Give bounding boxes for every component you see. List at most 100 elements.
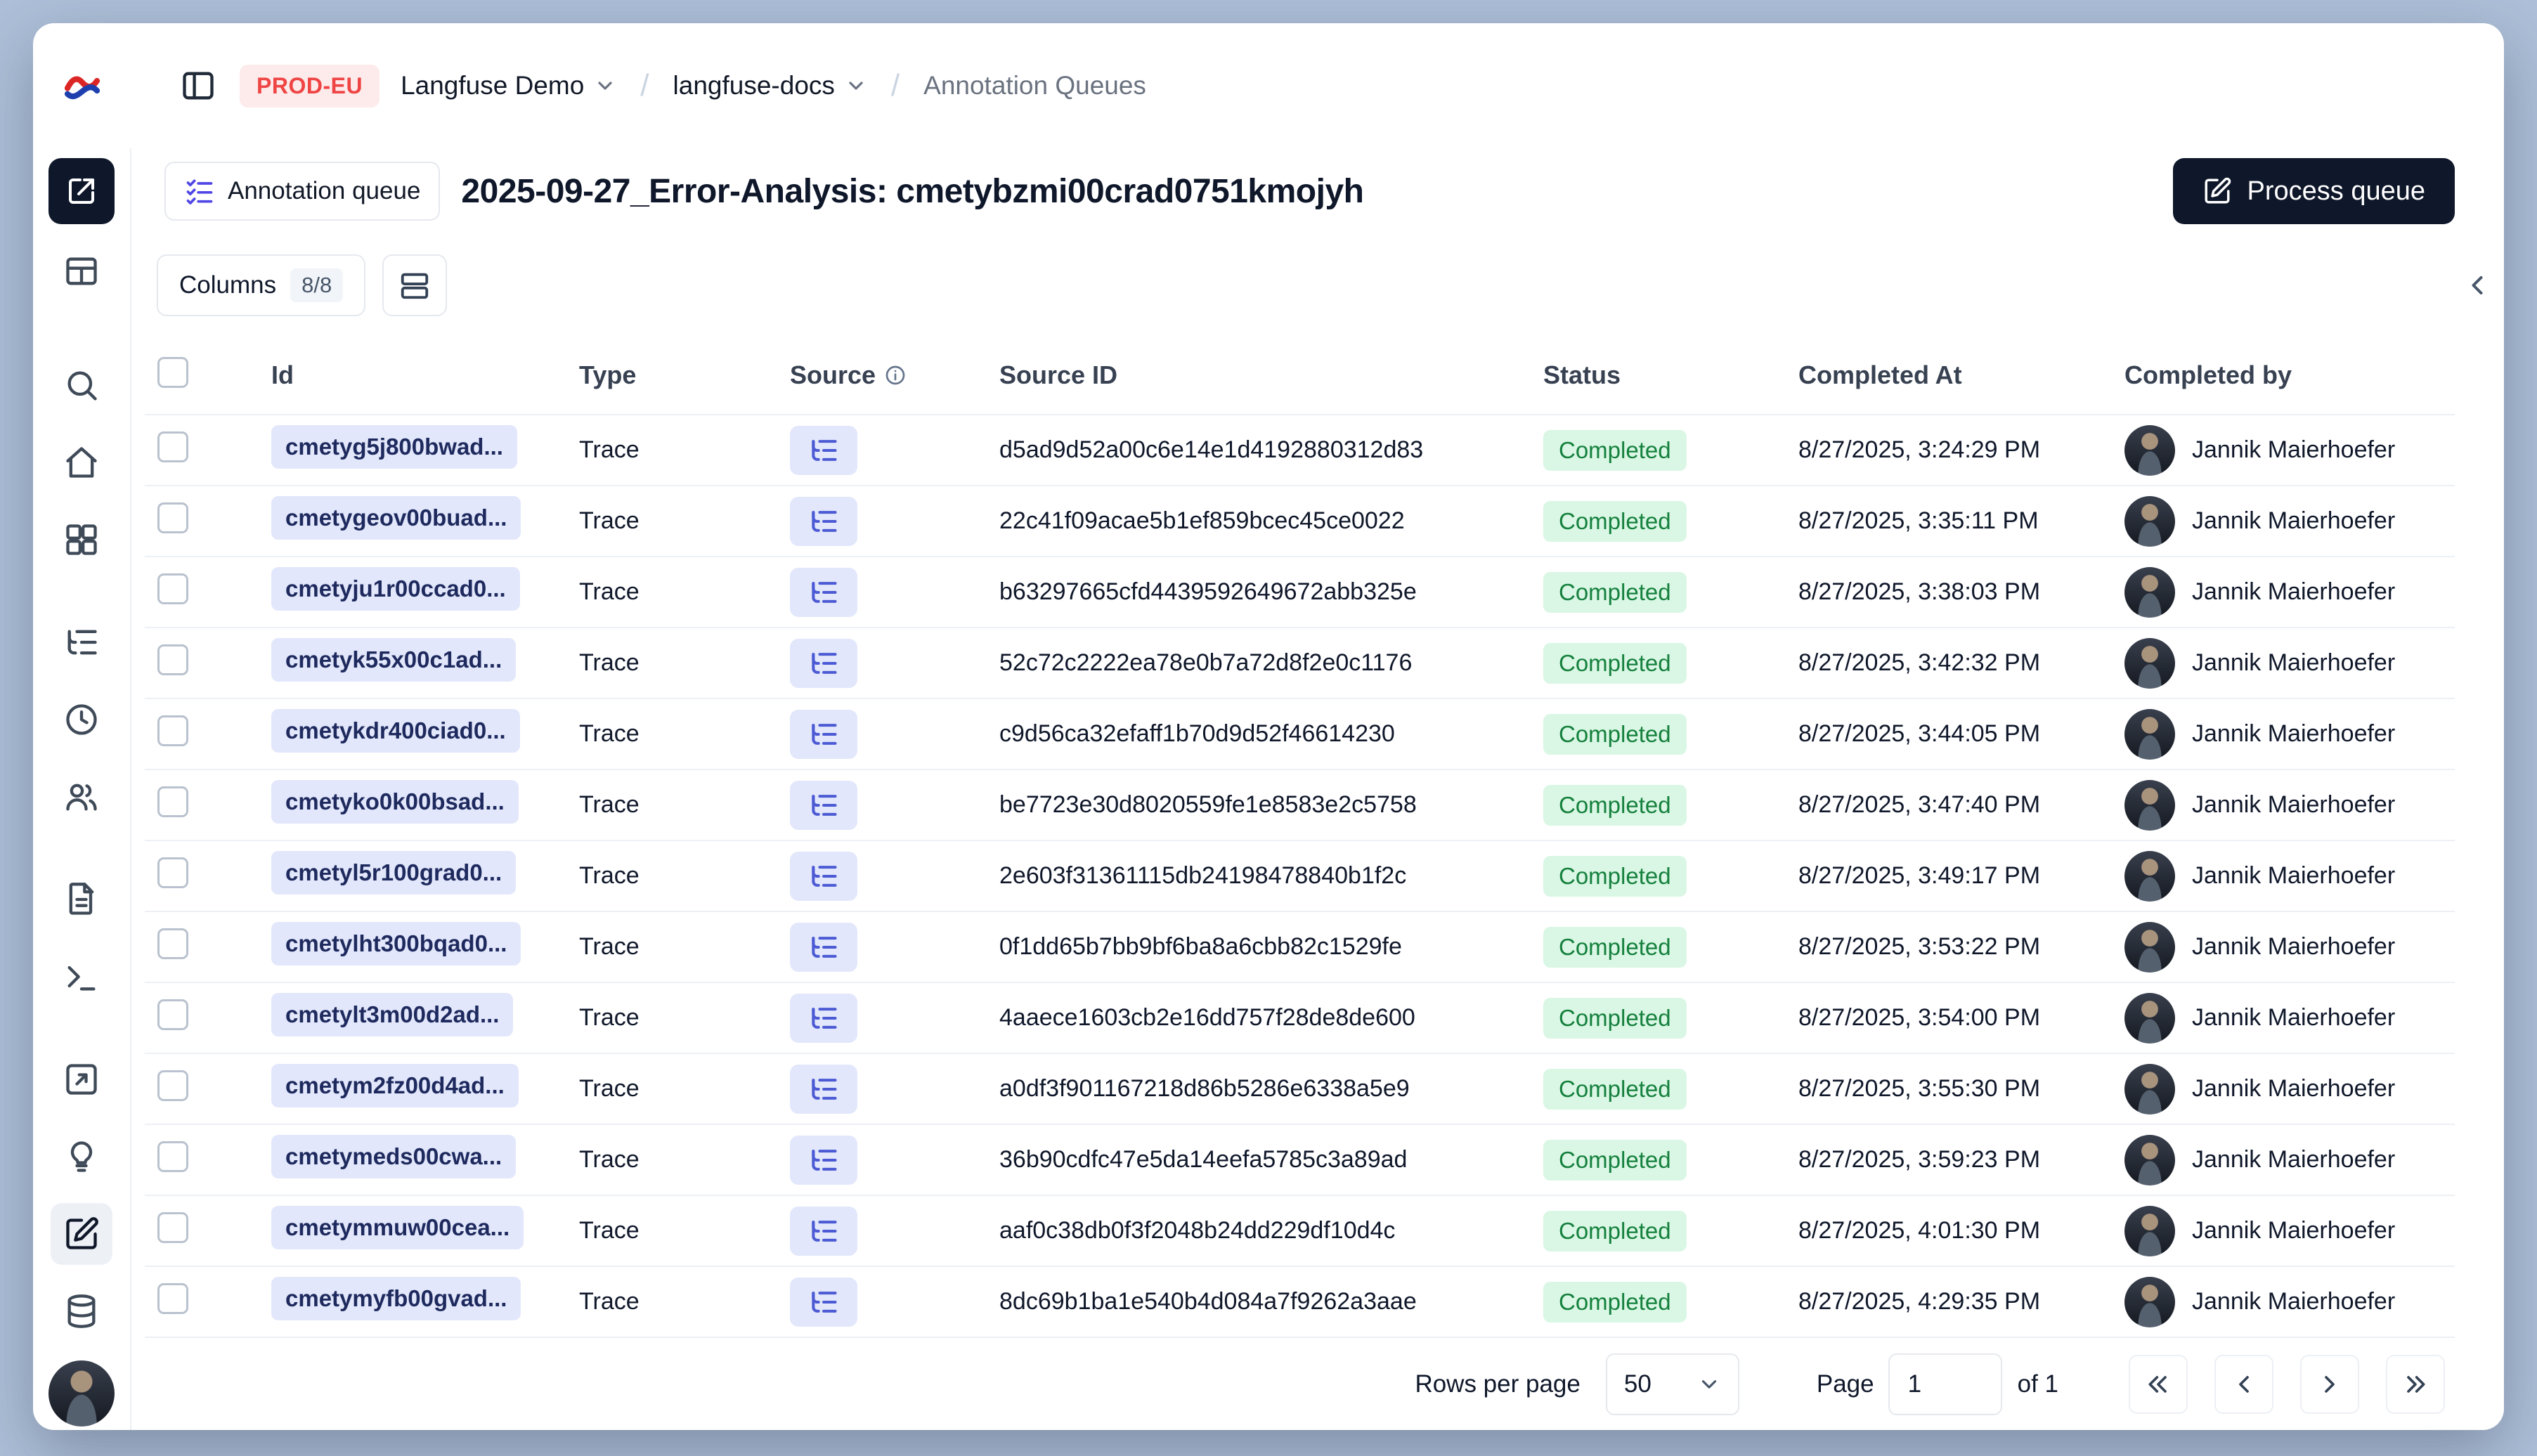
- row-id-badge[interactable]: cmetyko0k00bsad...: [271, 780, 519, 824]
- row-id-badge[interactable]: cmetyl5r100grad0...: [271, 851, 517, 895]
- sidebar-toggle-icon[interactable]: [178, 65, 219, 106]
- insights-icon[interactable]: [51, 1126, 112, 1188]
- table-row[interactable]: cmetym2fz00d4ad... Trace a0df3f901167218…: [145, 1054, 2455, 1125]
- status-badge: Completed: [1543, 642, 1687, 684]
- trace-source-icon[interactable]: [790, 922, 857, 972]
- next-page-button[interactable]: [2300, 1354, 2359, 1414]
- row-source-id: a0df3f901167218d86b5286e6338a5e9: [999, 1075, 1410, 1102]
- row-checkbox[interactable]: [157, 786, 188, 817]
- table-row[interactable]: cmetykdr400ciad0... Trace c9d56ca32efaff…: [145, 699, 2455, 770]
- columns-button[interactable]: Columns 8/8: [157, 254, 366, 316]
- row-id-badge[interactable]: cmetyju1r00ccad0...: [271, 567, 520, 611]
- row-id-badge[interactable]: cmetyg5j800bwad...: [271, 425, 517, 469]
- row-id-badge[interactable]: cmetygeov00buad...: [271, 496, 521, 540]
- project-selector[interactable]: langfuse-docs: [673, 71, 867, 100]
- trace-source-icon[interactable]: [790, 496, 857, 546]
- prev-page-button[interactable]: [2214, 1354, 2273, 1414]
- row-checkbox[interactable]: [157, 1070, 188, 1101]
- row-completed-at: 8/27/2025, 3:42:32 PM: [1798, 649, 2041, 676]
- chevron-down-icon: [1697, 1372, 1721, 1396]
- row-id-badge[interactable]: cmetylt3m00d2ad...: [271, 993, 514, 1036]
- row-completed-by: Jannik Maierhoefer: [2192, 791, 2396, 818]
- annotation-queues-icon[interactable]: [51, 1203, 112, 1265]
- row-checkbox[interactable]: [157, 928, 188, 959]
- prompts-icon[interactable]: [51, 869, 112, 930]
- trace-source-icon[interactable]: [790, 1206, 857, 1256]
- row-type: Trace: [579, 1004, 640, 1031]
- home-icon[interactable]: [51, 431, 112, 493]
- project-name: langfuse-docs: [673, 71, 835, 100]
- table-row[interactable]: cmetyl5r100grad0... Trace 2e603f31361115…: [145, 841, 2455, 912]
- row-user-avatar: [2124, 495, 2175, 547]
- user-avatar[interactable]: [48, 1360, 115, 1426]
- rows-per-page-select[interactable]: 50: [1605, 1353, 1739, 1415]
- row-checkbox[interactable]: [157, 1212, 188, 1243]
- table-row[interactable]: cmetyg5j800bwad... Trace d5ad9d52a00c6e1…: [145, 415, 2455, 486]
- table-row[interactable]: cmetyju1r00ccad0... Trace b63297665cfd44…: [145, 557, 2455, 628]
- trace-source-icon[interactable]: [790, 709, 857, 759]
- row-id-badge[interactable]: cmetym2fz00d4ad...: [271, 1064, 519, 1107]
- rows-per-page-value: 50: [1623, 1370, 1652, 1398]
- trace-source-icon[interactable]: [790, 638, 857, 688]
- row-id-badge[interactable]: cmetylht300bqad0...: [271, 922, 521, 966]
- table-row[interactable]: cmetymeds00cwa... Trace 36b90cdfc47e5da1…: [145, 1125, 2455, 1196]
- info-icon[interactable]: [884, 364, 907, 386]
- row-checkbox[interactable]: [157, 502, 188, 533]
- table-row[interactable]: cmetylht300bqad0... Trace 0f1dd65b7bb9bf…: [145, 912, 2455, 983]
- open-external-button[interactable]: [48, 158, 115, 224]
- trace-source-icon[interactable]: [790, 993, 857, 1043]
- row-checkbox[interactable]: [157, 999, 188, 1030]
- organization-selector[interactable]: Langfuse Demo: [401, 71, 616, 100]
- users-icon[interactable]: [51, 766, 112, 828]
- row-id-badge[interactable]: cmetymyfb00gvad...: [271, 1277, 521, 1320]
- table-row[interactable]: cmetymmuw00cea... Trace aaf0c38db0f3f204…: [145, 1196, 2455, 1267]
- datasets-icon[interactable]: [51, 1280, 112, 1342]
- row-type: Trace: [579, 1075, 640, 1102]
- row-checkbox[interactable]: [157, 1283, 188, 1314]
- first-page-button[interactable]: [2129, 1354, 2188, 1414]
- trace-source-icon[interactable]: [790, 425, 857, 475]
- trace-source-icon[interactable]: [790, 1135, 857, 1185]
- row-checkbox[interactable]: [157, 715, 188, 746]
- row-id-badge[interactable]: cmetymeds00cwa...: [271, 1135, 517, 1178]
- table-row[interactable]: cmetyko0k00bsad... Trace be7723e30d80205…: [145, 770, 2455, 841]
- playground-icon[interactable]: [51, 946, 112, 1008]
- search-icon[interactable]: [51, 354, 112, 416]
- trace-source-icon[interactable]: [790, 1064, 857, 1114]
- collapse-panel-icon[interactable]: [2455, 263, 2500, 308]
- row-checkbox[interactable]: [157, 644, 188, 675]
- row-completed-at: 8/27/2025, 3:38:03 PM: [1798, 578, 2041, 605]
- row-user-avatar: [2124, 1134, 2175, 1185]
- last-page-button[interactable]: [2386, 1354, 2445, 1414]
- row-id-badge[interactable]: cmetyk55x00c1ad...: [271, 638, 517, 682]
- row-checkbox[interactable]: [157, 573, 188, 604]
- dashboards-icon[interactable]: [51, 509, 112, 571]
- process-queue-button[interactable]: Process queue: [2172, 158, 2455, 224]
- row-id-badge[interactable]: cmetykdr400ciad0...: [271, 709, 520, 753]
- row-checkbox[interactable]: [157, 431, 188, 462]
- trace-source-icon[interactable]: [790, 567, 857, 617]
- row-source-id: 22c41f09acae5b1ef859bcec45ce0022: [999, 507, 1405, 534]
- row-user-avatar: [2124, 779, 2175, 831]
- table-row[interactable]: cmetygeov00buad... Trace 22c41f09acae5b1…: [145, 486, 2455, 557]
- select-all-checkbox[interactable]: [157, 356, 188, 388]
- traces-icon[interactable]: [51, 611, 112, 673]
- trace-source-icon[interactable]: [790, 851, 857, 901]
- chevron-down-icon: [594, 74, 616, 97]
- table-row[interactable]: cmetylt3m00d2ad... Trace 4aaece1603cb2e1…: [145, 983, 2455, 1054]
- table-row[interactable]: cmetymyfb00gvad... Trace 8dc69b1ba1e540b…: [145, 1267, 2455, 1338]
- row-height-button[interactable]: [382, 254, 448, 316]
- evaluations-icon[interactable]: [51, 1048, 112, 1110]
- page-input[interactable]: [1888, 1353, 2002, 1415]
- langfuse-logo[interactable]: [63, 66, 102, 105]
- sessions-icon[interactable]: [51, 689, 112, 750]
- status-badge: Completed: [1543, 1139, 1687, 1181]
- breadcrumb: PROD-EU Langfuse Demo / langfuse-docs / …: [131, 64, 1146, 108]
- row-checkbox[interactable]: [157, 1141, 188, 1172]
- row-id-badge[interactable]: cmetymmuw00cea...: [271, 1206, 524, 1249]
- table-view-icon[interactable]: [51, 240, 112, 302]
- trace-source-icon[interactable]: [790, 780, 857, 830]
- trace-source-icon[interactable]: [790, 1277, 857, 1327]
- table-row[interactable]: cmetyk55x00c1ad... Trace 52c72c2222ea78e…: [145, 628, 2455, 699]
- row-checkbox[interactable]: [157, 857, 188, 888]
